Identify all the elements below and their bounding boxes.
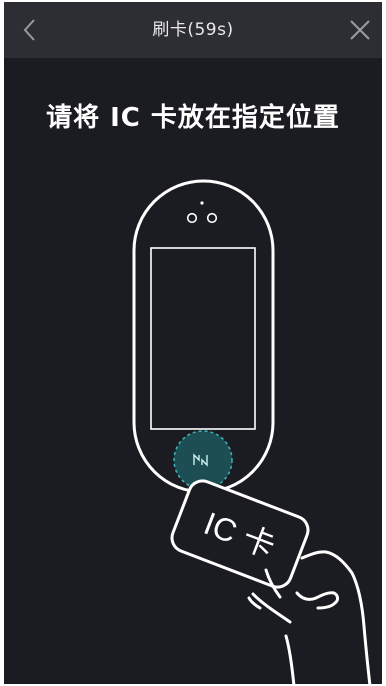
page-title: 刷卡(59s) xyxy=(152,20,234,40)
top-navigation-bar: 刷卡(59s) xyxy=(4,2,382,58)
card-swipe-screen: 刷卡(59s) 请将 IC 卡放在指定位置 IC 卡 xyxy=(4,2,382,684)
ic-card-icon: IC 卡 xyxy=(170,479,310,589)
hand-icon xyxy=(247,550,372,684)
close-button[interactable] xyxy=(342,12,378,48)
close-icon xyxy=(350,20,370,40)
card-placement-illustration: IC 卡 xyxy=(132,179,372,684)
instruction-text: 请将 IC 卡放在指定位置 xyxy=(46,103,340,133)
